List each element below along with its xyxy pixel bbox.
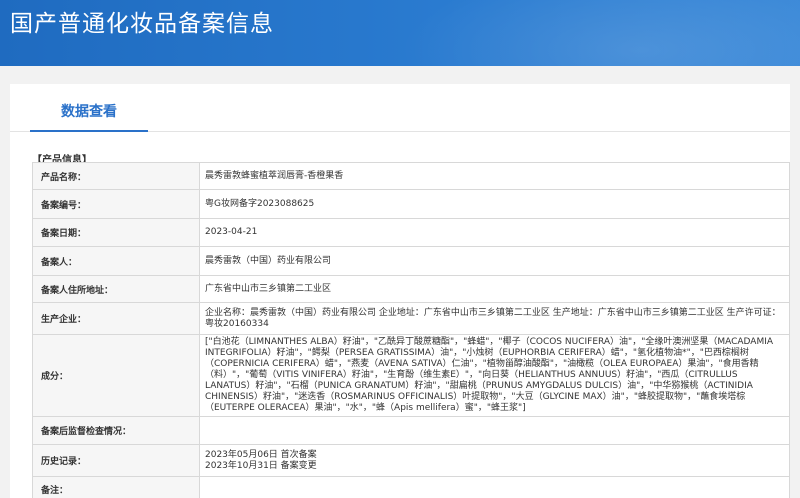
table-row: 备注： [32,476,790,498]
tab-bar: 数据查看 [10,84,790,132]
registrant-address-value: 广东省中山市三乡镇第二工业区 [199,275,790,303]
product-name-value: 晨秀雷敦蜂蜜植萃润唇膏-香橙果香 [199,162,790,190]
history-entry: 2023年05月06日 首次备案 [205,449,317,460]
row-label-record-date: 备案日期： [32,218,200,247]
record-number-value: 粤G妆网备字2023088625 [199,189,790,219]
history-entry: 2023年10月31日 备案变更 [205,460,317,471]
table-row: 成分： ["白池花（LIMNANTHES ALBA）籽油"，"乙酰异丁酸蔗糖酯"… [32,334,790,417]
header-banner: 国产普通化妆品备案信息 [0,0,800,66]
manufacturer-value: 企业名称：晨秀雷敦（中国）药业有限公司 企业地址：广东省中山市三乡镇第二工业区 … [199,302,790,335]
table-row: 备案人住所地址： 广东省中山市三乡镇第二工业区 [32,275,790,303]
row-label-manufacturer: 生产企业： [32,302,200,335]
table-row: 备案编号： 粤G妆网备字2023088625 [32,189,790,219]
row-label-registrant-address: 备案人住所地址： [32,275,200,303]
table-row: 备案后监督检查情况： [32,416,790,445]
history-value: 2023年05月06日 首次备案 2023年10月31日 备案变更 [199,444,790,477]
row-label-product-name: 产品名称： [32,162,200,190]
table-row: 产品名称： 晨秀雷敦蜂蜜植萃润唇膏-香橙果香 [32,162,790,190]
row-label-history: 历史记录： [32,444,200,477]
table-row: 生产企业： 企业名称：晨秀雷敦（中国）药业有限公司 企业地址：广东省中山市三乡镇… [32,302,790,335]
tab-data-view[interactable]: 数据查看 [30,84,148,132]
row-label-remarks: 备注： [32,476,200,498]
remarks-value [199,476,790,498]
record-date-value: 2023-04-21 [199,218,790,247]
table-row: 历史记录： 2023年05月06日 首次备案 2023年10月31日 备案变更 [32,444,790,477]
row-label-registrant: 备案人： [32,246,200,276]
product-info-table: 产品名称： 晨秀雷敦蜂蜜植萃润唇膏-香橙果香 备案编号： 粤G妆网备字20230… [32,162,790,498]
row-label-record-number: 备案编号： [32,189,200,219]
page-title: 国产普通化妆品备案信息 [10,11,274,37]
table-row: 备案日期： 2023-04-21 [32,218,790,247]
registrant-value: 晨秀雷敦（中国）药业有限公司 [199,246,790,276]
row-label-ingredients: 成分： [32,334,200,417]
post-inspection-value [199,416,790,445]
row-label-post-inspection: 备案后监督检查情况： [32,416,200,445]
table-row: 备案人： 晨秀雷敦（中国）药业有限公司 [32,246,790,276]
ingredients-value: ["白池花（LIMNANTHES ALBA）籽油"，"乙酰异丁酸蔗糖酯"，"蜂蜡… [199,334,790,417]
